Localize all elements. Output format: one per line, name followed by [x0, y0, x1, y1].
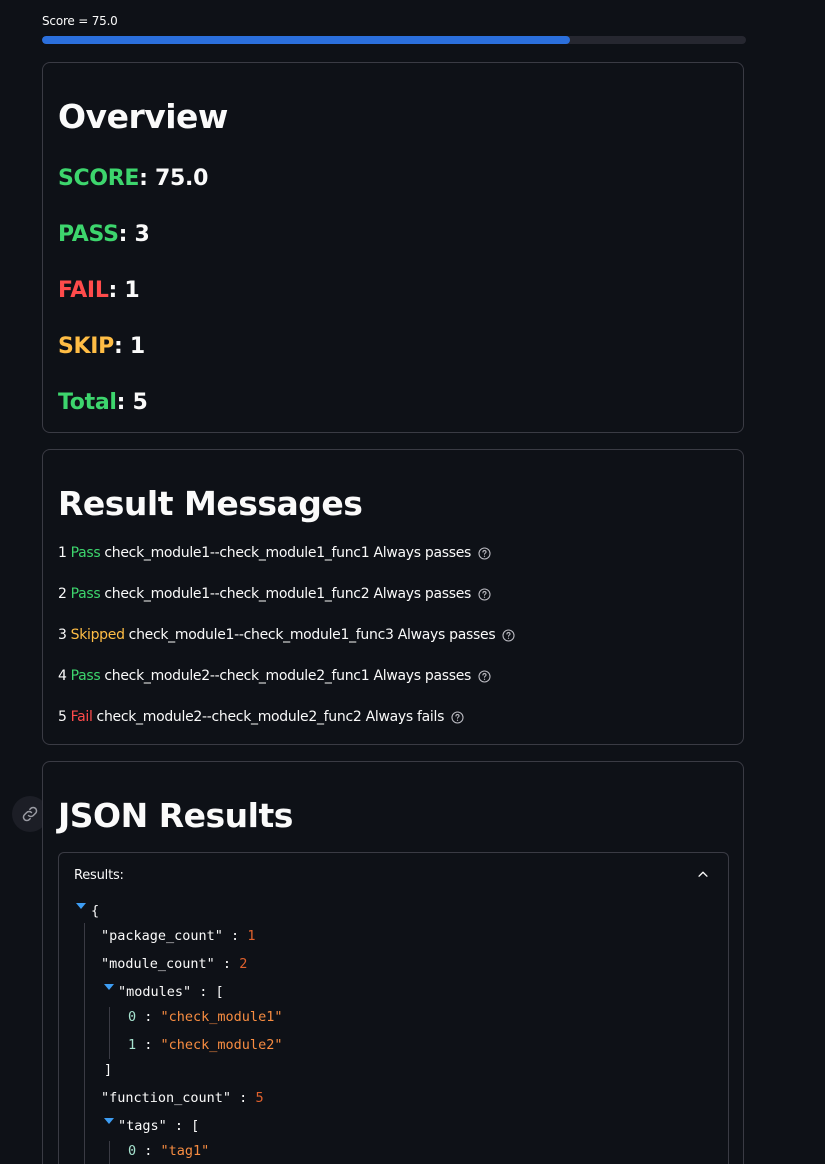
stat-score-key: SCORE — [58, 166, 140, 191]
json-bracket: [ — [215, 984, 224, 1000]
result-text: check_module2--check_module2_func2 Alway… — [96, 709, 445, 725]
result-text: check_module1--check_module1_func2 Alway… — [104, 586, 472, 602]
result-number: 1 — [58, 545, 67, 561]
chevron-up-icon[interactable] — [696, 867, 710, 881]
json-colon: : — [136, 1037, 161, 1053]
score-progress-label: Score = 75.0 — [42, 14, 118, 28]
result-messages-card: Result Messages 1 Pass check_module1--ch… — [42, 449, 744, 745]
result-message-row: 3 Skipped check_module1--check_module1_f… — [58, 625, 515, 645]
stat-skip-value: : 1 — [114, 334, 145, 359]
json-colon: : — [136, 1009, 161, 1025]
json-module-count: "module_count" : 2 — [101, 955, 247, 973]
link-icon — [22, 806, 38, 822]
stat-skip: SKIP: 1 — [58, 333, 145, 361]
result-status: Pass — [70, 668, 101, 684]
result-message-row: 5 Fail check_module2--check_module2_func… — [58, 707, 464, 727]
score-progress-fill — [42, 36, 570, 44]
json-function-count: "function_count" : 5 — [101, 1089, 264, 1107]
stat-pass-key: PASS — [58, 222, 119, 247]
stat-fail: FAIL: 1 — [58, 277, 140, 305]
collapse-caret-icon[interactable] — [104, 1118, 114, 1124]
json-modules-item: 0 : "check_module1" — [128, 1008, 282, 1026]
stat-total: Total: 5 — [58, 389, 148, 417]
json-colon: : — [191, 984, 216, 1000]
json-colon: : — [166, 1118, 192, 1134]
stat-skip-key: SKIP — [58, 334, 115, 359]
json-index: 1 — [128, 1037, 137, 1053]
json-tree-guide — [84, 923, 85, 1164]
stat-total-value: : 5 — [116, 390, 148, 415]
json-index: 0 — [128, 1009, 137, 1025]
json-key: "modules" — [118, 984, 192, 1000]
result-text: check_module1--check_module1_func3 Alway… — [128, 627, 496, 643]
result-status: Pass — [70, 586, 101, 602]
stat-pass-value: : 3 — [118, 222, 150, 247]
json-tags: "tags" : [ — [118, 1117, 199, 1135]
json-colon: : — [231, 1090, 256, 1106]
stat-fail-key: FAIL — [58, 278, 109, 303]
collapse-caret-icon[interactable] — [76, 903, 86, 909]
help-circle-icon[interactable] — [478, 587, 491, 601]
json-number: 2 — [239, 956, 248, 972]
result-text: check_module2--check_module2_func1 Alway… — [104, 668, 472, 684]
collapse-caret-icon[interactable] — [104, 984, 114, 990]
json-string: "tag1" — [160, 1143, 210, 1159]
json-package-count: "package_count" : 1 — [101, 927, 255, 945]
stat-pass: PASS: 3 — [58, 221, 150, 249]
json-root-open: { — [91, 903, 100, 919]
json-colon: : — [222, 928, 248, 944]
stat-total-key: Total — [58, 390, 117, 415]
result-number: 5 — [58, 709, 67, 725]
json-number: 1 — [247, 928, 256, 944]
overview-title: Overview — [58, 97, 228, 136]
result-text: check_module1--check_module1_func1 Alway… — [104, 545, 472, 561]
json-key: "tags" — [118, 1118, 167, 1134]
json-index: 0 — [128, 1143, 137, 1159]
json-tree-guide — [109, 1141, 110, 1164]
help-circle-icon[interactable] — [478, 669, 491, 683]
help-circle-icon[interactable] — [478, 546, 491, 560]
json-tree-guide — [109, 1007, 110, 1059]
json-results-title: JSON Results — [58, 796, 293, 835]
json-tags-item: 0 : "tag1" — [128, 1142, 209, 1160]
json-modules: "modules" : [ — [118, 983, 224, 1001]
result-status: Skipped — [70, 627, 125, 643]
json-colon: : — [214, 956, 240, 972]
json-colon: : — [136, 1143, 161, 1159]
json-key: "module_count" — [101, 956, 215, 972]
stat-score-value: : 75.0 — [139, 166, 209, 191]
result-number: 3 — [58, 627, 67, 643]
overview-card: Overview SCORE: 75.0 PASS: 3 FAIL: 1 SKI… — [42, 62, 744, 433]
result-status: Pass — [70, 545, 101, 561]
json-modules-item: 1 : "check_module2" — [128, 1036, 282, 1054]
results-expander-label[interactable]: Results: — [74, 867, 124, 885]
result-message-row: 4 Pass check_module2--check_module2_func… — [58, 666, 491, 686]
stat-fail-value: : 1 — [108, 278, 140, 303]
result-message-row: 2 Pass check_module1--check_module1_func… — [58, 584, 491, 604]
result-messages-title: Result Messages — [58, 484, 363, 523]
result-message-row: 1 Pass check_module1--check_module1_func… — [58, 543, 491, 563]
json-results-card: JSON Results Results: { "package_count" … — [42, 761, 744, 1164]
help-circle-icon[interactable] — [451, 710, 464, 724]
json-number: 5 — [255, 1090, 264, 1106]
result-status: Fail — [70, 709, 93, 725]
json-string: "check_module1" — [160, 1009, 283, 1025]
json-string: "check_module2" — [160, 1037, 283, 1053]
json-bracket: [ — [191, 1118, 200, 1134]
app-page: Score = 75.0 Overview SCORE: 75.0 PASS: … — [0, 0, 825, 1164]
score-progress: Score = 75.0 — [42, 12, 746, 44]
json-modules-close: ] — [104, 1062, 113, 1078]
json-key: "package_count" — [101, 928, 223, 944]
json-key: "function_count" — [101, 1090, 232, 1106]
results-expander: Results: { "package_count" : 1 "module_c… — [58, 852, 729, 1164]
result-number: 4 — [58, 668, 67, 684]
help-circle-icon[interactable] — [502, 628, 515, 642]
stat-score: SCORE: 75.0 — [58, 165, 208, 193]
result-number: 2 — [58, 586, 67, 602]
score-progress-track — [42, 36, 746, 44]
